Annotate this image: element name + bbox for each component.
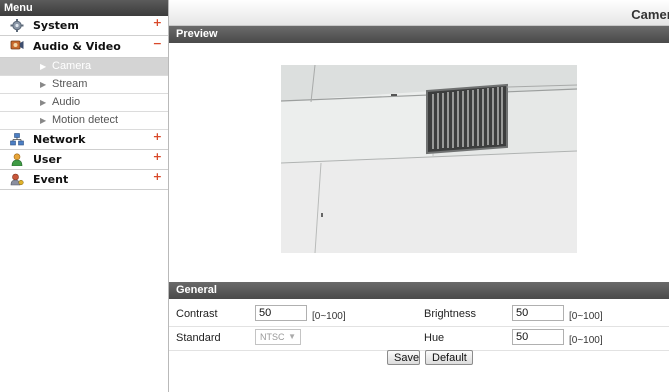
brightness-input[interactable] bbox=[512, 305, 564, 321]
save-button[interactable]: Save bbox=[387, 350, 420, 365]
sidebar-category-system[interactable]: System + bbox=[0, 16, 168, 36]
brightness-range: [0~100] bbox=[569, 311, 603, 322]
default-button[interactable]: Default bbox=[425, 350, 473, 365]
sidebar-category-network[interactable]: Network + bbox=[0, 130, 168, 150]
sidebar-item-camera[interactable]: ▶ Camera bbox=[0, 58, 168, 76]
sidebar-item-label: Camera bbox=[52, 60, 92, 72]
page-title: Camera bbox=[631, 7, 669, 22]
sidebar-category-audio-video[interactable]: Audio & Video − bbox=[0, 36, 168, 58]
camera-icon bbox=[10, 40, 24, 50]
sidebar-category-user[interactable]: User + bbox=[0, 150, 168, 170]
user-icon bbox=[11, 153, 23, 166]
sidebar-category-label: System bbox=[33, 19, 79, 32]
collapse-icon[interactable]: − bbox=[153, 33, 162, 54]
form-row-contrast-brightness: Contrast [0~100] Brightness [0~100] bbox=[169, 302, 669, 327]
hue-range: [0~100] bbox=[569, 335, 603, 346]
gear-icon bbox=[10, 19, 24, 32]
chevron-right-icon: ▶ bbox=[40, 98, 47, 107]
chevron-down-icon: ▼ bbox=[288, 332, 296, 341]
sidebar-item-motion-detect[interactable]: ▶ Motion detect bbox=[0, 112, 168, 130]
sidebar-category-label: User bbox=[33, 153, 62, 166]
general-section-header: General bbox=[169, 282, 669, 299]
expand-icon[interactable]: + bbox=[153, 127, 162, 146]
contrast-range: [0~100] bbox=[312, 311, 346, 322]
expand-icon[interactable]: + bbox=[153, 13, 162, 32]
preview-panel bbox=[169, 43, 669, 279]
expand-icon[interactable]: + bbox=[153, 167, 162, 186]
contrast-label: Contrast bbox=[176, 308, 218, 320]
standard-select-value: NTSC bbox=[260, 332, 285, 342]
camera-preview-image[interactable] bbox=[281, 65, 577, 253]
sidebar-category-label: Network bbox=[33, 133, 86, 146]
main-content: Camera Preview bbox=[169, 0, 669, 392]
hue-input[interactable] bbox=[512, 329, 564, 345]
brightness-label: Brightness bbox=[424, 308, 476, 320]
network-icon bbox=[10, 133, 24, 146]
general-section: General Contrast [0~100] Brightness [0~1… bbox=[169, 282, 669, 351]
sidebar-item-stream[interactable]: ▶ Stream bbox=[0, 76, 168, 94]
sidebar-item-label: Motion detect bbox=[52, 114, 119, 126]
hue-label: Hue bbox=[424, 332, 445, 344]
sidebar-item-audio[interactable]: ▶ Audio bbox=[0, 94, 168, 112]
title-bar: Camera bbox=[169, 0, 669, 26]
sidebar-item-label: Stream bbox=[52, 78, 88, 90]
sidebar-menu: Menu System + Audio & Video − ▶ Camera ▶… bbox=[0, 0, 169, 392]
camera-feed-graphic bbox=[281, 65, 577, 253]
form-row-standard-hue: Standard NTSC ▼ Hue [0~100] bbox=[169, 326, 669, 351]
chevron-right-icon: ▶ bbox=[40, 62, 47, 71]
contrast-input[interactable] bbox=[255, 305, 307, 321]
standard-label: Standard bbox=[176, 332, 221, 344]
sidebar-category-label: Audio & Video bbox=[33, 40, 121, 53]
preview-section-header: Preview bbox=[169, 26, 669, 43]
menu-header: Menu bbox=[0, 0, 168, 16]
sidebar-item-label: Audio bbox=[52, 96, 81, 108]
sidebar-category-event[interactable]: Event + bbox=[0, 170, 168, 190]
standard-select[interactable]: NTSC ▼ bbox=[255, 329, 301, 345]
chevron-right-icon: ▶ bbox=[40, 116, 47, 125]
event-icon bbox=[10, 173, 24, 186]
sidebar-category-label: Event bbox=[33, 173, 69, 186]
chevron-right-icon: ▶ bbox=[40, 80, 47, 89]
expand-icon[interactable]: + bbox=[153, 147, 162, 166]
